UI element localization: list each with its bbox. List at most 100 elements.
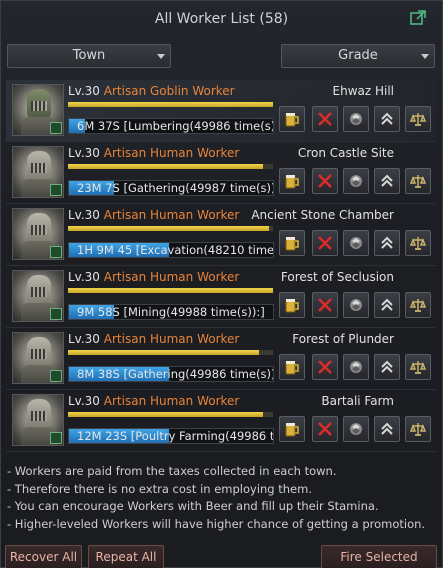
- task-progress-bar: 1H 9M 45 [Excavation(48210 time(s)):: [68, 242, 274, 258]
- worker-badge-icon: [50, 184, 62, 196]
- worker-level-name: Lv.30 Artisan Human Worker: [68, 208, 239, 222]
- task-progress-bar: 6M 37S [Lumbering(49986 time(s)):]: [68, 118, 274, 134]
- fire-selected-button[interactable]: Fire Selected: [321, 545, 437, 568]
- repeat-task-button[interactable]: [343, 168, 369, 194]
- worker-level: Lv.30: [68, 208, 100, 222]
- worker-row[interactable]: Lv.30 Artisan Human Worker Forest of Secl…: [6, 266, 436, 328]
- worker-level-name: Lv.30 Artisan Goblin Worker: [68, 84, 235, 98]
- stamina-bar: [68, 412, 273, 417]
- promote-icon: [379, 359, 395, 375]
- promote-button[interactable]: [374, 416, 400, 442]
- stamina-bar: [68, 288, 273, 293]
- fire-worker-button[interactable]: [312, 354, 338, 380]
- promote-button[interactable]: [374, 292, 400, 318]
- task-status: 9M 58S [Mining(49988 time(s)):]: [77, 305, 265, 319]
- stamina-bar: [68, 164, 273, 169]
- beer-button[interactable]: [279, 416, 305, 442]
- transfer-icon: [409, 296, 427, 314]
- fire-worker-button[interactable]: [312, 106, 338, 132]
- worker-name: Artisan Human Worker: [103, 270, 240, 284]
- transfer-button[interactable]: [405, 230, 431, 256]
- fire-worker-button[interactable]: [312, 230, 338, 256]
- beer-button[interactable]: [279, 354, 305, 380]
- promote-button[interactable]: [374, 106, 400, 132]
- repeat-icon: [347, 358, 365, 376]
- info-line: - You can encourage Workers with Beer an…: [7, 499, 379, 513]
- fire-icon: [317, 235, 333, 251]
- repeat-task-button[interactable]: [343, 354, 369, 380]
- promote-button[interactable]: [374, 354, 400, 380]
- fire-worker-button[interactable]: [312, 292, 338, 318]
- worker-portrait[interactable]: [12, 332, 64, 384]
- worker-list-window: All Worker List (58) Town Grade Lv.30 Ar…: [0, 0, 443, 568]
- stamina-fill: [68, 350, 259, 355]
- worker-level-name: Lv.30 Artisan Human Worker: [68, 394, 239, 408]
- grade-filter-dropdown[interactable]: Grade: [281, 44, 435, 68]
- transfer-button[interactable]: [405, 168, 431, 194]
- repeat-all-button[interactable]: Repeat All: [88, 545, 164, 568]
- stamina-bar: [68, 350, 273, 355]
- stamina-bar: [68, 102, 273, 107]
- repeat-task-button[interactable]: [343, 230, 369, 256]
- worker-name: Artisan Goblin Worker: [103, 84, 235, 98]
- chevron-down-icon: [157, 54, 165, 59]
- worker-level-name: Lv.30 Artisan Human Worker: [68, 332, 239, 346]
- repeat-task-button[interactable]: [343, 416, 369, 442]
- repeat-task-button[interactable]: [343, 106, 369, 132]
- transfer-button[interactable]: [405, 416, 431, 442]
- worker-portrait[interactable]: [12, 146, 64, 198]
- worker-level-name: Lv.30 Artisan Human Worker: [68, 146, 239, 160]
- promote-button[interactable]: [374, 168, 400, 194]
- worker-name: Artisan Human Worker: [103, 208, 240, 222]
- popout-icon[interactable]: [410, 10, 426, 26]
- repeat-icon: [347, 172, 365, 190]
- beer-button[interactable]: [279, 168, 305, 194]
- beer-icon: [283, 234, 301, 252]
- promote-icon: [379, 111, 395, 127]
- worker-list: Lv.30 Artisan Goblin Worker Ehwaz Hill 6M …: [6, 80, 436, 452]
- worker-level-name: Lv.30 Artisan Human Worker: [68, 270, 239, 284]
- transfer-button[interactable]: [405, 354, 431, 380]
- worker-level: Lv.30: [68, 146, 100, 160]
- worker-portrait[interactable]: [12, 84, 64, 136]
- transfer-icon: [409, 172, 427, 190]
- worker-row[interactable]: Lv.30 Artisan Goblin Worker Ehwaz Hill 6M …: [6, 80, 436, 142]
- worker-portrait[interactable]: [12, 270, 64, 322]
- fire-icon: [317, 421, 333, 437]
- fire-worker-button[interactable]: [312, 416, 338, 442]
- worker-row[interactable]: Lv.30 Artisan Human Worker Ancient Stone …: [6, 204, 436, 266]
- beer-icon: [283, 172, 301, 190]
- town-filter-label: Town: [72, 48, 106, 63]
- worker-name: Artisan Human Worker: [103, 146, 240, 160]
- promote-icon: [379, 173, 395, 189]
- worker-row[interactable]: Lv.30 Artisan Human Worker Cron Castle Si…: [6, 142, 436, 204]
- task-progress-bar: 8M 38S [Gathering(49986 time(s)):]: [68, 366, 274, 382]
- repeat-task-button[interactable]: [343, 292, 369, 318]
- worker-row[interactable]: Lv.30 Artisan Human Worker Bartali Farm 12…: [6, 390, 436, 452]
- worker-level: Lv.30: [68, 394, 100, 408]
- beer-button[interactable]: [279, 230, 305, 256]
- worker-portrait[interactable]: [12, 208, 64, 260]
- promote-icon: [379, 297, 395, 313]
- worker-portrait[interactable]: [12, 394, 64, 446]
- fire-icon: [317, 297, 333, 313]
- worker-name: Artisan Human Worker: [103, 394, 240, 408]
- recover-all-button[interactable]: Recover All: [5, 545, 82, 568]
- worker-row[interactable]: Lv.30 Artisan Human Worker Forest of Plun…: [6, 328, 436, 390]
- transfer-icon: [409, 234, 427, 252]
- beer-button[interactable]: [279, 106, 305, 132]
- promote-button[interactable]: [374, 230, 400, 256]
- chevron-down-icon: [421, 54, 429, 59]
- transfer-button[interactable]: [405, 106, 431, 132]
- beer-icon: [283, 420, 301, 438]
- beer-button[interactable]: [279, 292, 305, 318]
- transfer-button[interactable]: [405, 292, 431, 318]
- fire-icon: [317, 173, 333, 189]
- stamina-fill: [68, 164, 263, 169]
- worker-level: Lv.30: [68, 270, 100, 284]
- task-progress-bar: 9M 58S [Mining(49988 time(s)):]: [68, 304, 274, 320]
- fire-worker-button[interactable]: [312, 168, 338, 194]
- info-line: - Higher-leveled Workers will have highe…: [7, 516, 426, 531]
- town-filter-dropdown[interactable]: Town: [7, 44, 171, 68]
- task-progress-bar: 23M 7S [Gathering(49987 time(s)):]: [68, 180, 274, 196]
